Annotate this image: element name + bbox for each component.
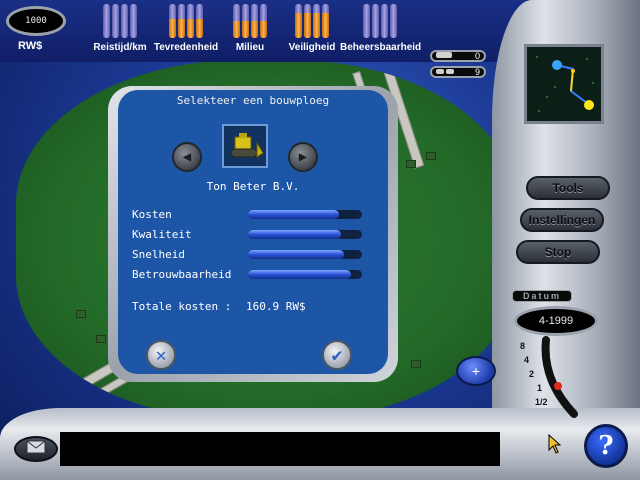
money-display: 1000 xyxy=(6,6,66,36)
stat-row: Snelheid xyxy=(132,248,372,262)
meter-tube xyxy=(363,4,370,38)
question-icon: ? xyxy=(598,431,614,461)
ok-button[interactable]: ✔ xyxy=(322,340,352,370)
train-count: 0 xyxy=(474,51,480,61)
stat-row: Betrouwbaarheid xyxy=(132,268,372,282)
meter-tube xyxy=(260,4,267,38)
tools-button[interactable]: Tools xyxy=(526,176,610,200)
speed-label-8[interactable]: 8 xyxy=(520,341,525,351)
next-button[interactable]: ▶ xyxy=(288,142,318,172)
crew-image xyxy=(222,124,268,168)
meter-tubes xyxy=(103,4,137,38)
crew-select-dialog: Selekteer een bouwploeg ◀ ▶ Ton Beter B.… xyxy=(118,90,388,374)
meter-tubes xyxy=(295,4,329,38)
house xyxy=(411,360,421,368)
meter-tubes xyxy=(233,4,267,38)
meter-tube xyxy=(390,4,397,38)
game-screen: 1000 RW$ Reistijd/km Tevredenheid Milieu Ve… xyxy=(0,0,640,480)
settings-button[interactable]: Instellingen xyxy=(520,208,604,232)
envelope-icon xyxy=(26,440,46,459)
meter-tube xyxy=(381,4,388,38)
meter-tube xyxy=(187,4,194,38)
meter-tube xyxy=(121,4,128,38)
company-name: Ton Beter B.V. xyxy=(206,180,300,193)
house xyxy=(76,310,86,318)
check-icon: ✔ xyxy=(331,344,343,366)
minimap-route-icon xyxy=(536,56,594,112)
speed-label-4[interactable]: 4 xyxy=(524,355,529,365)
currency-label: RW$ xyxy=(18,40,43,52)
speed-indicator[interactable] xyxy=(554,382,562,390)
arrow-left-icon: ◀ xyxy=(182,149,192,165)
meter-tube xyxy=(251,4,258,38)
stat-name: Betrouwbaarheid xyxy=(132,268,232,281)
meter-tube xyxy=(242,4,249,38)
meter-tube xyxy=(313,4,320,38)
stat-bar xyxy=(248,210,362,219)
meter-tube xyxy=(169,4,176,38)
meter-tube xyxy=(196,4,203,38)
stat-bar xyxy=(248,250,362,259)
dialog-title: Selekteer een bouwploeg xyxy=(176,94,330,107)
speed-slider[interactable] xyxy=(540,336,592,420)
help-button[interactable]: ? xyxy=(584,424,628,468)
train-counter: 0 xyxy=(430,50,486,62)
meter-tube xyxy=(130,4,137,38)
meter-tube xyxy=(295,4,302,38)
date-label: Datum xyxy=(512,290,572,302)
meter-tubes xyxy=(363,4,397,38)
zoom-in-button[interactable]: + xyxy=(456,356,496,386)
stat-name: Kwaliteit xyxy=(132,228,192,241)
meter-tube xyxy=(178,4,185,38)
meter-tube xyxy=(103,4,110,38)
car-count: 9 xyxy=(474,67,480,77)
meter-tube xyxy=(322,4,329,38)
bulldozer-icon xyxy=(230,133,264,158)
cross-icon: ✕ xyxy=(155,344,167,366)
cars-icon xyxy=(436,67,456,77)
cancel-button[interactable]: ✕ xyxy=(146,340,176,370)
mouse-cursor-icon xyxy=(548,434,562,454)
meter-tube xyxy=(233,4,240,38)
speed-label-1[interactable]: 1 xyxy=(537,383,542,393)
money-value: 1000 xyxy=(25,16,47,26)
total-value: 160.9 RW$ xyxy=(246,300,306,313)
house xyxy=(426,152,436,160)
stat-row: Kosten xyxy=(132,208,372,222)
total-label: Totale kosten : xyxy=(132,300,232,313)
stat-row: Kwaliteit xyxy=(132,228,372,242)
date-value: 4-1999 xyxy=(538,315,574,327)
stop-button[interactable]: Stop xyxy=(516,240,600,264)
meter-tube xyxy=(112,4,119,38)
house xyxy=(406,160,416,168)
stat-bar xyxy=(248,230,362,239)
meter-tube xyxy=(304,4,311,38)
meter-4: Beheersbaarheid xyxy=(340,4,422,56)
train-icon xyxy=(436,51,452,61)
message-bar xyxy=(60,432,500,466)
prev-button[interactable]: ◀ xyxy=(172,142,202,172)
meter-tubes xyxy=(169,4,203,38)
house xyxy=(96,335,106,343)
car-counter: 9 xyxy=(430,66,486,78)
arrow-right-icon: ▶ xyxy=(298,149,308,165)
stat-name: Snelheid xyxy=(132,248,185,261)
minimap[interactable] xyxy=(524,44,604,124)
speed-label-half[interactable]: 1/2 xyxy=(535,397,548,407)
meter-tube xyxy=(372,4,379,38)
speed-label-2[interactable]: 2 xyxy=(529,369,534,379)
stat-bar xyxy=(248,270,362,279)
mail-button[interactable] xyxy=(14,436,58,462)
meter-label: Beheersbaarheid xyxy=(340,42,422,53)
date-display: 4-1999 xyxy=(514,306,598,336)
stat-name: Kosten xyxy=(132,208,172,221)
plus-icon: + xyxy=(471,363,481,379)
